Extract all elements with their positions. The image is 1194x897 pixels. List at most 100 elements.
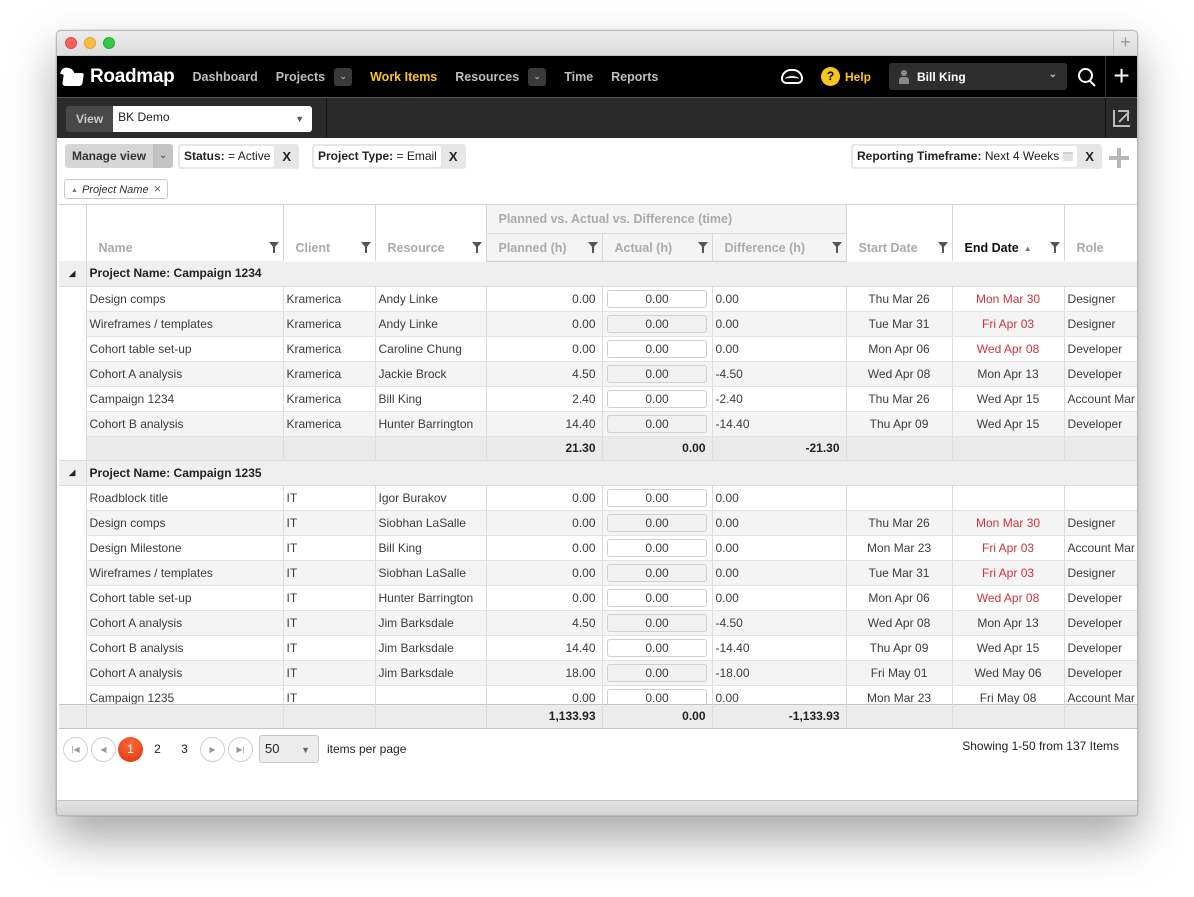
view-select[interactable]: BK Demo ▼ — [113, 106, 313, 132]
header-start-date[interactable]: Start Date — [846, 205, 953, 261]
cell-name[interactable]: Cohort B analysis — [86, 635, 284, 661]
table-row[interactable]: Wireframes / templates Kramerica Andy Link… — [59, 311, 1137, 337]
page-1[interactable]: 1 — [118, 736, 143, 762]
add-button[interactable]: + — [1105, 56, 1137, 97]
search-icon[interactable] — [1077, 67, 1097, 87]
actual-hours-input[interactable]: 0.00 — [607, 364, 707, 383]
table-row[interactable]: Cohort B analysis IT Jim Barksdale 14.40 0.0… — [59, 635, 1137, 661]
cell-name[interactable]: Cohort table set-up — [86, 585, 284, 611]
filter-chip-status[interactable]: Status: = Active X — [178, 144, 300, 169]
actual-hours-input[interactable]: 0.00 — [607, 638, 707, 657]
cell-name[interactable]: Cohort table set-up — [86, 336, 284, 362]
filter-icon[interactable] — [1049, 242, 1060, 253]
header-difference[interactable]: Difference (h) — [712, 233, 847, 262]
calendar-icon[interactable] — [1063, 152, 1074, 162]
collapse-group-icon[interactable]: ◢ — [59, 460, 87, 486]
table-row[interactable]: Design comps IT Siobhan LaSalle 0.00 0.00 0.0… — [59, 510, 1137, 536]
header-end-date[interactable]: End Date ▲ — [952, 205, 1065, 261]
filter-icon[interactable] — [937, 242, 948, 253]
collapse-group-icon[interactable]: ◢ — [59, 261, 87, 287]
cell-name[interactable]: Cohort A analysis — [86, 660, 284, 686]
cell-name[interactable]: Design Milestone — [86, 535, 284, 561]
minimize-window-button[interactable] — [84, 37, 96, 49]
export-button[interactable] — [1105, 98, 1137, 139]
actual-hours-input[interactable]: 0.00 — [607, 314, 707, 333]
filter-chip-body[interactable]: Status: = Active — [180, 146, 275, 167]
table-row[interactable]: Campaign 1234 Kramerica Bill King 2.40 0.00-… — [59, 386, 1137, 412]
header-resource[interactable]: Resource — [375, 205, 487, 261]
cell-name[interactable]: Design comps — [86, 286, 284, 312]
cell-name[interactable]: Wireframes / templates — [86, 560, 284, 586]
actual-hours-input[interactable]: 0.00 — [607, 513, 707, 532]
next-page-button[interactable]: ▶ — [200, 736, 225, 762]
nav-work-items[interactable]: Work Items — [370, 70, 437, 84]
table-row[interactable]: Cohort B analysis Kramerica Hunter Barring… — [59, 411, 1137, 437]
cell-name[interactable]: Wireframes / templates — [86, 311, 284, 337]
group-by-chip[interactable]: ▲ Project Name × — [64, 179, 169, 199]
last-page-button[interactable]: ▶| — [228, 736, 253, 762]
actual-hours-input[interactable]: 0.00 — [607, 389, 707, 408]
new-tab-button[interactable]: + — [1113, 31, 1137, 55]
projects-dropdown-button[interactable]: ⌄ — [334, 67, 353, 86]
add-filter-icon[interactable] — [1109, 148, 1129, 168]
page-3[interactable]: 3 — [172, 737, 197, 762]
table-row[interactable]: Design comps Kramerica Andy Linke 0.00 0.00 0… — [59, 286, 1137, 312]
resources-dropdown-button[interactable]: ⌄ — [528, 67, 547, 86]
remove-filter-button[interactable]: X — [441, 149, 466, 164]
actual-hours-input[interactable]: 0.00 — [607, 613, 707, 632]
actual-hours-input[interactable]: 0.00 — [607, 663, 707, 682]
user-menu[interactable]: Bill King ⌄ — [889, 63, 1067, 90]
cell-name[interactable]: Design comps — [86, 510, 284, 536]
actual-hours-input[interactable]: 0.00 — [607, 289, 707, 308]
chevron-down-icon[interactable]: ⌄ — [153, 144, 174, 168]
table-row[interactable]: Cohort A analysis IT Jim Barksdale 18.00 0.0… — [59, 660, 1137, 686]
filter-chip-reporting-timeframe[interactable]: Reporting Timeframe: Next 4 Weeks X — [851, 144, 1102, 169]
header-planned[interactable]: Planned (h) — [486, 233, 603, 262]
header-client[interactable]: Client — [283, 205, 376, 261]
table-row[interactable]: Cohort table set-up Kramerica Caroline Chu… — [59, 336, 1137, 362]
first-page-button[interactable]: |◀ — [63, 736, 88, 762]
filter-icon[interactable] — [697, 241, 708, 253]
manage-view-button[interactable]: Manage view ⌄ — [65, 144, 174, 168]
actual-hours-input[interactable]: 0.00 — [607, 339, 707, 358]
filter-chip-project-type[interactable]: Project Type: = Email X — [312, 144, 466, 169]
table-row[interactable]: Design Milestone IT Bill King 0.00 0.00 0.00 M… — [59, 535, 1137, 561]
filter-chip-body[interactable]: Project Type: = Email — [314, 146, 441, 167]
cell-name[interactable]: Cohort B analysis — [86, 411, 284, 437]
actual-hours-input[interactable]: 0.00 — [607, 414, 707, 433]
nav-dashboard[interactable]: Dashboard — [192, 70, 257, 84]
remove-filter-button[interactable]: X — [274, 149, 299, 164]
items-per-page-select[interactable]: 50 ▼ — [259, 735, 319, 763]
cloud-icon[interactable] — [780, 69, 803, 84]
cell-name[interactable]: Cohort A analysis — [86, 610, 284, 636]
filter-icon[interactable] — [268, 242, 279, 253]
nav-projects[interactable]: Projects — [276, 70, 325, 84]
actual-hours-input[interactable]: 0.00 — [607, 588, 707, 607]
table-row[interactable]: Cohort table set-up IT Hunter Barrington 0.… — [59, 585, 1137, 611]
cell-name[interactable]: Cohort A analysis — [86, 361, 284, 387]
remove-group-icon[interactable]: × — [154, 181, 162, 196]
actual-hours-input[interactable]: 0.00 — [607, 488, 707, 507]
table-row[interactable]: Cohort A analysis Kramerica Jackie Brock 4.… — [59, 361, 1137, 387]
remove-filter-button[interactable]: X — [1077, 149, 1102, 164]
maximize-window-button[interactable] — [103, 37, 115, 49]
nav-reports[interactable]: Reports — [611, 70, 658, 84]
filter-chip-body[interactable]: Reporting Timeframe: Next 4 Weeks — [853, 146, 1078, 167]
actual-hours-input[interactable]: 0.00 — [607, 563, 707, 582]
cell-name[interactable]: Roadblock title — [86, 485, 284, 511]
prev-page-button[interactable]: ◀ — [91, 736, 116, 762]
actual-hours-input[interactable]: 0.00 — [607, 538, 707, 557]
page-2[interactable]: 2 — [145, 737, 170, 762]
table-row[interactable]: Cohort A analysis IT Jim Barksdale 4.50 0.00… — [59, 610, 1137, 636]
header-actual[interactable]: Actual (h) — [602, 233, 713, 262]
logo[interactable]: Roadmap — [60, 66, 175, 88]
table-row[interactable]: Wireframes / templates IT Siobhan LaSalle 0… — [59, 560, 1137, 586]
nav-time[interactable]: Time — [564, 70, 593, 84]
header-name[interactable]: Name — [86, 205, 284, 261]
filter-icon[interactable] — [831, 241, 842, 253]
help-icon[interactable]: ? — [820, 67, 840, 86]
header-role[interactable]: Role — [1064, 205, 1137, 261]
filter-icon[interactable] — [360, 242, 371, 253]
filter-icon[interactable] — [587, 241, 598, 253]
table-row[interactable]: Roadblock title IT Igor Burakov 0.00 0.00 0.0… — [59, 485, 1137, 511]
